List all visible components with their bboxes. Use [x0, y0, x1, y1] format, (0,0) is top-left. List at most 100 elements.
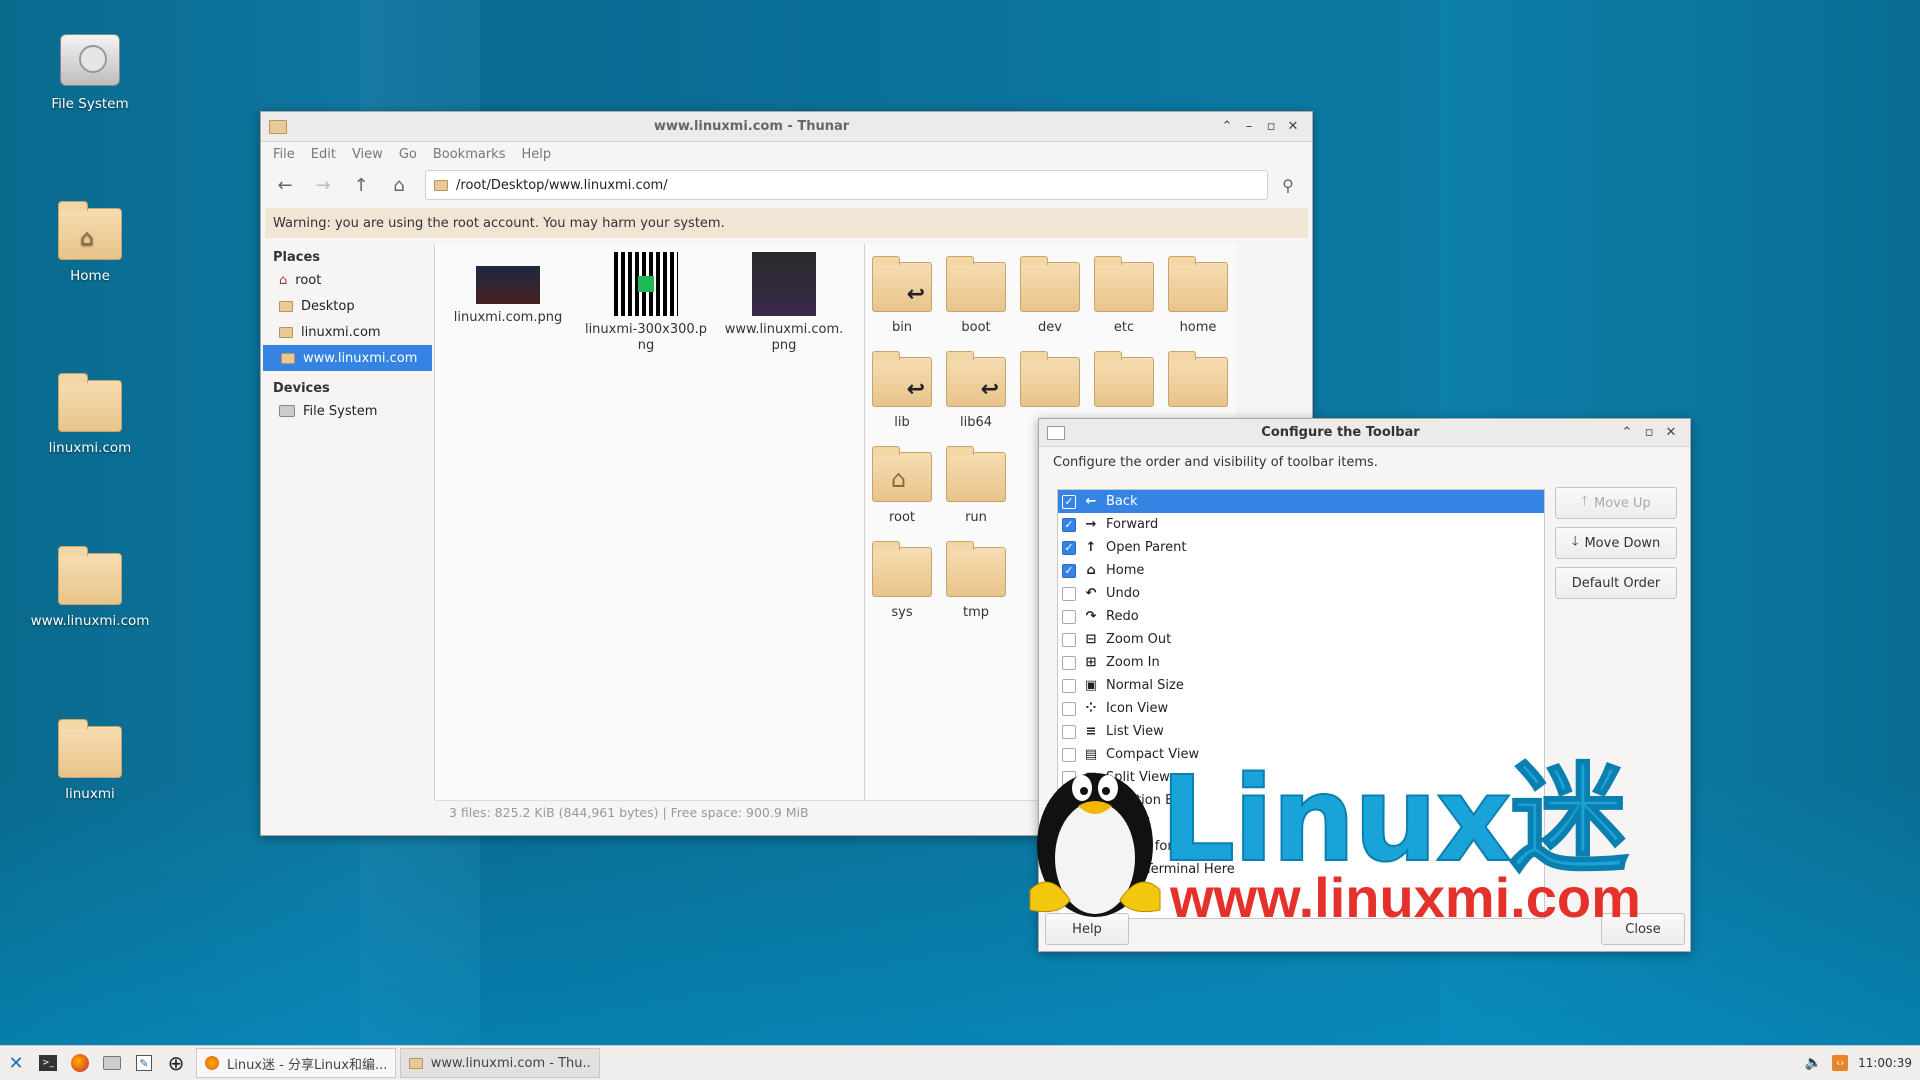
- toolbar-item-label: Zoom Out: [1106, 632, 1172, 647]
- shade-button[interactable]: ⌃: [1616, 425, 1638, 440]
- dir-name: root: [888, 510, 916, 525]
- back-arrow-icon[interactable]: ←: [267, 170, 303, 200]
- sidebar-item-desktop[interactable]: Desktop: [261, 293, 434, 319]
- menu-file[interactable]: File: [265, 147, 303, 162]
- visibility-checkbox[interactable]: [1062, 632, 1076, 647]
- firefox-icon[interactable]: [64, 1047, 96, 1079]
- title-bar[interactable]: www.linuxmi.com - Thunar ⌃ – ▫ ✕: [261, 112, 1312, 142]
- visibility-checkbox[interactable]: [1062, 609, 1076, 624]
- home-icon[interactable]: ⌂: [381, 170, 417, 200]
- visibility-checkbox[interactable]: ✓: [1062, 540, 1076, 555]
- toolbar-item-row[interactable]: ✓ ← Back: [1058, 490, 1544, 513]
- linuxmi-watermark: Linux迷 www.linuxmi.com: [1020, 740, 1641, 940]
- move-up-button[interactable]: 🡑 Move Up: [1555, 487, 1677, 519]
- forward-arrow-icon[interactable]: →: [305, 170, 341, 200]
- network-icon[interactable]: ‹›: [1832, 1055, 1849, 1071]
- default-order-button[interactable]: Default Order: [1555, 567, 1677, 599]
- visibility-checkbox[interactable]: ✓: [1062, 494, 1076, 509]
- minimize-button[interactable]: –: [1238, 119, 1260, 134]
- dir-item[interactable]: home: [1162, 256, 1234, 335]
- toolbar-item-row[interactable]: ▣ Normal Size: [1058, 674, 1544, 697]
- maximize-button[interactable]: ▫: [1260, 119, 1282, 134]
- visibility-checkbox[interactable]: ✓: [1062, 563, 1076, 578]
- file-item[interactable]: linuxmi-300x300.p ng: [581, 252, 711, 354]
- toolbar-item-row[interactable]: ⊞ Zoom In: [1058, 651, 1544, 674]
- dir-item[interactable]: etc: [1088, 256, 1160, 335]
- dir-item[interactable]: [1162, 351, 1234, 415]
- help-lifebuoy-icon[interactable]: ⊕: [160, 1047, 192, 1079]
- location-bar[interactable]: /root/Desktop/www.linuxmi.com/: [425, 170, 1268, 200]
- dialog-description: Configure the order and visibility of to…: [1053, 455, 1378, 470]
- visibility-checkbox[interactable]: [1062, 701, 1076, 716]
- sidebar-item-www-linuxmi-com[interactable]: www.linuxmi.com: [263, 345, 432, 371]
- dir-item[interactable]: ⌂ root: [866, 446, 938, 525]
- menu-help[interactable]: Help: [513, 147, 559, 162]
- dir-item[interactable]: ↩ lib: [866, 351, 938, 430]
- search-icon[interactable]: ⚲: [1270, 170, 1306, 200]
- sidebar-item-linuxmi-com[interactable]: linuxmi.com: [261, 319, 434, 345]
- toolbar-item-row[interactable]: ✓ → Forward: [1058, 513, 1544, 536]
- toolbar-item-row[interactable]: ⊟ Zoom Out: [1058, 628, 1544, 651]
- folder-icon: [1020, 256, 1080, 312]
- firefox-icon: [205, 1056, 219, 1070]
- move-down-button[interactable]: 🡓 Move Down: [1555, 527, 1677, 559]
- desktop-icon-label: File System: [51, 96, 129, 112]
- toolbar-item-row[interactable]: ⁘ Icon View: [1058, 697, 1544, 720]
- dir-item[interactable]: run: [940, 446, 1012, 525]
- image-thumbnail: [476, 266, 540, 304]
- task-thunar[interactable]: www.linuxmi.com - Thu...: [400, 1048, 600, 1078]
- redo-icon: ↷: [1085, 609, 1097, 624]
- maximize-button[interactable]: ▫: [1638, 425, 1660, 440]
- default-order-label: Default Order: [1571, 575, 1661, 591]
- dir-item[interactable]: boot: [940, 256, 1012, 335]
- close-button[interactable]: ✕: [1282, 119, 1304, 134]
- visibility-checkbox[interactable]: [1062, 586, 1076, 601]
- desktop-icon-file-system[interactable]: File System: [20, 28, 160, 112]
- menu-bookmarks[interactable]: Bookmarks: [425, 147, 514, 162]
- sidebar-item-file-system[interactable]: File System: [261, 398, 434, 424]
- home-icon: ⌂: [279, 272, 288, 288]
- shade-button[interactable]: ⌃: [1216, 119, 1238, 134]
- visibility-checkbox[interactable]: [1062, 655, 1076, 670]
- task-browser[interactable]: Linux迷 - 分享Linux和编...: [196, 1048, 396, 1078]
- close-button[interactable]: ✕: [1660, 425, 1682, 440]
- visibility-checkbox[interactable]: ✓: [1062, 517, 1076, 532]
- menu-edit[interactable]: Edit: [303, 147, 344, 162]
- task-label: www.linuxmi.com - Thu...: [430, 1055, 591, 1071]
- desktop-icon-home[interactable]: ⌂ Home: [20, 200, 160, 284]
- dir-item[interactable]: tmp: [940, 541, 1012, 620]
- menu-go[interactable]: Go: [391, 147, 425, 162]
- volume-icon[interactable]: 🔈: [1805, 1055, 1822, 1071]
- terminal-icon[interactable]: >_: [32, 1047, 64, 1079]
- toolbar-item-row[interactable]: ✓ ↑ Open Parent: [1058, 536, 1544, 559]
- menu-view[interactable]: View: [344, 147, 391, 162]
- visibility-checkbox[interactable]: [1062, 678, 1076, 693]
- desktop-icon-linuxmi[interactable]: linuxmi: [20, 718, 160, 802]
- toolbar-item-row[interactable]: ↷ Redo: [1058, 605, 1544, 628]
- toolbar-item-row[interactable]: ↶ Undo: [1058, 582, 1544, 605]
- file-manager-icon[interactable]: [96, 1047, 128, 1079]
- dir-item[interactable]: ↩ bin: [866, 256, 938, 335]
- up-arrow-icon: 🡑: [1581, 494, 1588, 509]
- up-arrow-icon[interactable]: ↑: [343, 170, 379, 200]
- watermark-brand: Linux迷: [1159, 750, 1629, 888]
- dir-item[interactable]: ↩ lib64: [940, 351, 1012, 430]
- dir-item[interactable]: [1088, 351, 1160, 415]
- toolbar-item-row[interactable]: ✓ ⌂ Home: [1058, 559, 1544, 582]
- back-arrow-icon: ←: [1085, 494, 1097, 509]
- dir-item[interactable]: [1014, 351, 1086, 415]
- file-item[interactable]: www.linuxmi.com. png: [719, 252, 849, 354]
- xfce-menu-icon[interactable]: ✕: [0, 1047, 32, 1079]
- sidebar-item-root[interactable]: ⌂ root: [261, 267, 434, 293]
- text-editor-icon[interactable]: ✎: [128, 1047, 160, 1079]
- dialog-title-bar[interactable]: Configure the Toolbar ⌃ ▫ ✕: [1039, 419, 1690, 447]
- desktop-icon-linuxmi-com[interactable]: linuxmi.com: [20, 372, 160, 456]
- clock[interactable]: 11:00:39: [1858, 1056, 1912, 1070]
- desktop-icon-www-linuxmi-com[interactable]: www.linuxmi.com: [20, 545, 160, 629]
- folder-icon: [946, 256, 1006, 312]
- dir-item[interactable]: sys: [866, 541, 938, 620]
- visibility-checkbox[interactable]: [1062, 724, 1076, 739]
- qr-code-thumbnail: [614, 252, 678, 316]
- file-item[interactable]: linuxmi.com.png: [443, 266, 573, 326]
- dir-item[interactable]: dev: [1014, 256, 1086, 335]
